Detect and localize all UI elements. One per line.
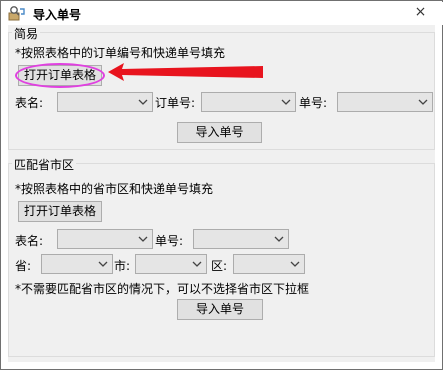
district-select[interactable] (233, 254, 305, 274)
city-select[interactable] (135, 254, 207, 274)
chevron-down-icon (138, 99, 148, 105)
match-open-sheet-button[interactable]: 打开订单表格 (18, 201, 102, 222)
simple-tracking-label: 单号: (299, 96, 328, 110)
match-region-group: 匹配省市区 *按照表格中的省市区和快递单号填充 打开订单表格 表名: 单号: 省… (8, 156, 435, 357)
simple-instruction: *按照表格中的订单编号和快递单号填充 (15, 46, 226, 60)
simple-order-select[interactable] (201, 92, 296, 112)
match-group-legend: 匹配省市区 (12, 156, 77, 173)
match-instruction: *按照表格中的省市区和快递单号填充 (15, 182, 214, 196)
district-label: 区: (211, 259, 228, 273)
match-note: *不需要匹配省市区的情况下，可以不选择省市区下拉框 (15, 282, 310, 296)
chevron-down-icon (281, 99, 291, 105)
chevron-down-icon (98, 261, 108, 267)
chevron-down-icon (274, 236, 284, 242)
simple-sheet-select[interactable] (57, 92, 153, 112)
city-label: 市: (114, 259, 131, 273)
chevron-down-icon (192, 261, 202, 267)
chevron-down-icon (290, 261, 300, 267)
app-icon (8, 6, 25, 21)
window-title: 导入单号 (33, 8, 82, 22)
simple-tracking-select[interactable] (337, 92, 433, 112)
chevron-down-icon (138, 236, 148, 242)
match-sheet-select[interactable] (57, 229, 153, 249)
pointer-arrow-icon (108, 63, 263, 81)
simple-group-legend: 简易 (12, 25, 41, 42)
simple-import-button[interactable]: 导入单号 (177, 122, 262, 143)
match-tracking-select[interactable] (193, 229, 289, 249)
simple-sheet-label: 表名: (15, 96, 44, 110)
close-button[interactable]: × (399, 2, 442, 22)
province-select[interactable] (41, 254, 113, 274)
match-tracking-label: 单号: (155, 234, 184, 248)
match-import-button[interactable]: 导入单号 (177, 299, 263, 320)
chevron-down-icon (418, 99, 428, 105)
match-sheet-label: 表名: (15, 234, 44, 248)
highlight-circle (15, 63, 105, 88)
simple-order-label: 订单号: (155, 96, 196, 110)
simple-group: 简易 *按照表格中的订单编号和快递单号填充 打开订单表格 表名: 订单号: 单号… (8, 25, 435, 150)
province-label: 省: (15, 259, 32, 273)
